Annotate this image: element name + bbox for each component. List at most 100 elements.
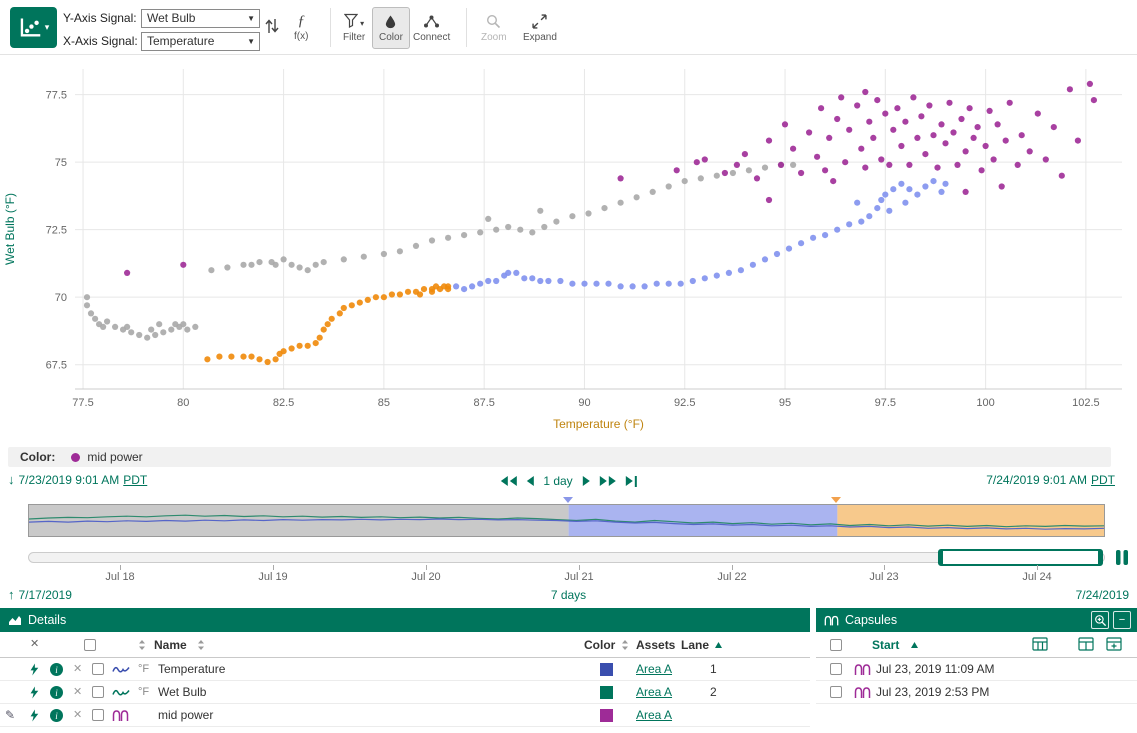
date-tick — [579, 565, 580, 570]
timeline-strip[interactable] — [28, 504, 1105, 537]
investigate-range-duration[interactable]: 7 days — [551, 588, 586, 602]
svg-text:92.5: 92.5 — [674, 397, 695, 409]
display-range-start[interactable]: ↓ 7/23/2019 9:01 AM PDT — [8, 473, 147, 487]
fx-label: f(x) — [294, 31, 308, 42]
asset-link[interactable]: Area A — [636, 662, 672, 676]
asset-link[interactable]: Area A — [636, 685, 672, 699]
y-axis-signal-label: Y-Axis Signal: — [63, 11, 141, 25]
timeline-region-marker[interactable] — [831, 497, 841, 503]
row-checkbox[interactable] — [92, 709, 104, 721]
item-name[interactable]: mid power — [158, 708, 213, 722]
svg-text:77.5: 77.5 — [46, 90, 67, 102]
item-name[interactable]: Temperature — [158, 662, 225, 676]
info-icon[interactable]: i — [50, 709, 63, 722]
remove-icon[interactable]: ✕ — [73, 662, 82, 675]
details-panel: Details ✕ Name Color Assets Lane i — [0, 608, 810, 733]
display-range-slider[interactable] — [938, 549, 1103, 566]
step-size-label[interactable]: 1 day — [543, 474, 572, 488]
trend-bolt-icon[interactable] — [28, 662, 40, 677]
remove-all-icon[interactable]: ✕ — [30, 637, 39, 650]
select-all-checkbox[interactable] — [84, 639, 96, 651]
capsule-row[interactable]: Jul 23, 2019 11:09 AM — [816, 658, 1137, 681]
capsule-checkbox[interactable] — [830, 686, 842, 698]
capsules-panel: Capsules − Start — [816, 608, 1137, 733]
sort-type-icon[interactable] — [138, 639, 146, 651]
add-column-icon[interactable] — [1106, 637, 1122, 651]
sort-asc-icon[interactable] — [910, 641, 919, 649]
trend-bolt-icon[interactable] — [28, 685, 40, 700]
date-label: Jul 21 — [564, 571, 593, 583]
lane-number: 2 — [710, 685, 717, 699]
asset-link[interactable]: Area A — [636, 708, 672, 722]
sort-asc-icon[interactable] — [714, 641, 723, 649]
legend-item-name: mid power — [87, 450, 142, 464]
column-assets[interactable]: Assets — [636, 638, 675, 652]
connect-button[interactable]: Connect — [406, 7, 457, 49]
column-lane[interactable]: Lane — [681, 638, 709, 652]
lane-number: 1 — [710, 662, 717, 676]
display-range-end-text: 7/24/2019 9:01 AM — [986, 473, 1087, 487]
timeline-region-marker[interactable] — [563, 497, 573, 503]
step-to-now-icon[interactable] — [626, 476, 637, 487]
row-checkbox[interactable] — [92, 686, 104, 698]
legend-label: Color: — [20, 450, 55, 464]
y-axis-signal-row: Y-Axis Signal: Wet Bulb ▼ — [63, 8, 260, 28]
fx-button[interactable]: ƒ f(x) — [287, 7, 315, 49]
column-start[interactable]: Start — [872, 638, 899, 652]
svg-text:95: 95 — [779, 397, 791, 409]
columns-icon[interactable] — [1032, 637, 1048, 651]
column-name[interactable]: Name — [154, 638, 187, 652]
display-range-end-tz[interactable]: PDT — [1091, 473, 1115, 487]
step-forward-icon[interactable] — [583, 476, 590, 486]
date-tick — [273, 565, 274, 570]
display-range-start-tz[interactable]: PDT — [123, 473, 147, 487]
swap-axes-button[interactable] — [264, 16, 280, 39]
scatter-plot-view-button[interactable]: ▾ — [10, 7, 57, 48]
x-axis-signal-select[interactable]: Temperature ▼ — [141, 32, 260, 51]
info-icon[interactable]: i — [50, 663, 63, 676]
details-row-wet-bulb: i ✕ °F Wet Bulb Area A 2 — [0, 681, 810, 704]
y-axis-signal-select[interactable]: Wet Bulb ▼ — [141, 9, 260, 28]
item-name[interactable]: Wet Bulb — [158, 685, 206, 699]
trend-bolt-icon[interactable] — [28, 708, 40, 723]
column-color[interactable]: Color — [584, 638, 615, 652]
investigate-range-start[interactable]: ↑ 7/17/2019 — [8, 588, 72, 602]
color-swatch[interactable] — [600, 709, 613, 722]
zoom-button[interactable]: Zoom — [474, 7, 514, 49]
capsule-row[interactable]: Jul 23, 2019 2:53 PM — [816, 681, 1137, 704]
svg-text:85: 85 — [378, 397, 390, 409]
info-icon[interactable]: i — [50, 686, 63, 699]
color-swatch[interactable] — [600, 663, 613, 676]
svg-text:82.5: 82.5 — [273, 397, 294, 409]
scatter-plot[interactable]: 67.57072.57577.577.58082.58587.59092.595… — [0, 55, 1137, 445]
color-swatch[interactable] — [600, 686, 613, 699]
display-range-end[interactable]: 7/24/2019 9:01 AM PDT — [986, 473, 1115, 487]
expand-button[interactable]: Expand — [516, 7, 564, 49]
chevron-down-icon: ▾ — [45, 23, 50, 32]
step-back-icon[interactable] — [526, 476, 533, 486]
stats-table-icon[interactable] — [1078, 637, 1094, 651]
arrow-down-icon: ↓ — [8, 473, 15, 487]
display-range-start-text: 7/23/2019 9:01 AM — [19, 473, 120, 487]
row-checkbox[interactable] — [92, 663, 104, 675]
sort-color-icon[interactable] — [621, 639, 629, 651]
connect-icon — [423, 14, 440, 29]
step-back-full-icon[interactable] — [500, 476, 516, 486]
collapse-panel-icon[interactable]: − — [1113, 611, 1131, 629]
capsule-checkbox[interactable] — [830, 663, 842, 675]
step-forward-full-icon[interactable] — [600, 476, 616, 486]
select-all-capsules-checkbox[interactable] — [830, 639, 842, 651]
edit-icon[interactable]: ✎ — [5, 708, 15, 722]
color-button[interactable]: Color — [372, 7, 410, 49]
investigate-range-end[interactable]: 7/24/2019 — [1076, 588, 1129, 602]
fx-icon: ƒ — [297, 14, 305, 28]
date-label: Jul 20 — [411, 571, 440, 583]
scatter-plot-icon — [18, 17, 42, 39]
remove-icon[interactable]: ✕ — [73, 708, 82, 721]
zoom-to-capsule-icon[interactable] — [1091, 611, 1109, 629]
timebar-options-icon[interactable] — [1112, 549, 1132, 566]
remove-icon[interactable]: ✕ — [73, 685, 82, 698]
sort-name-icon[interactable] — [197, 639, 205, 651]
filter-button[interactable]: ▾ Filter — [336, 7, 372, 49]
svg-text:90: 90 — [578, 397, 590, 409]
